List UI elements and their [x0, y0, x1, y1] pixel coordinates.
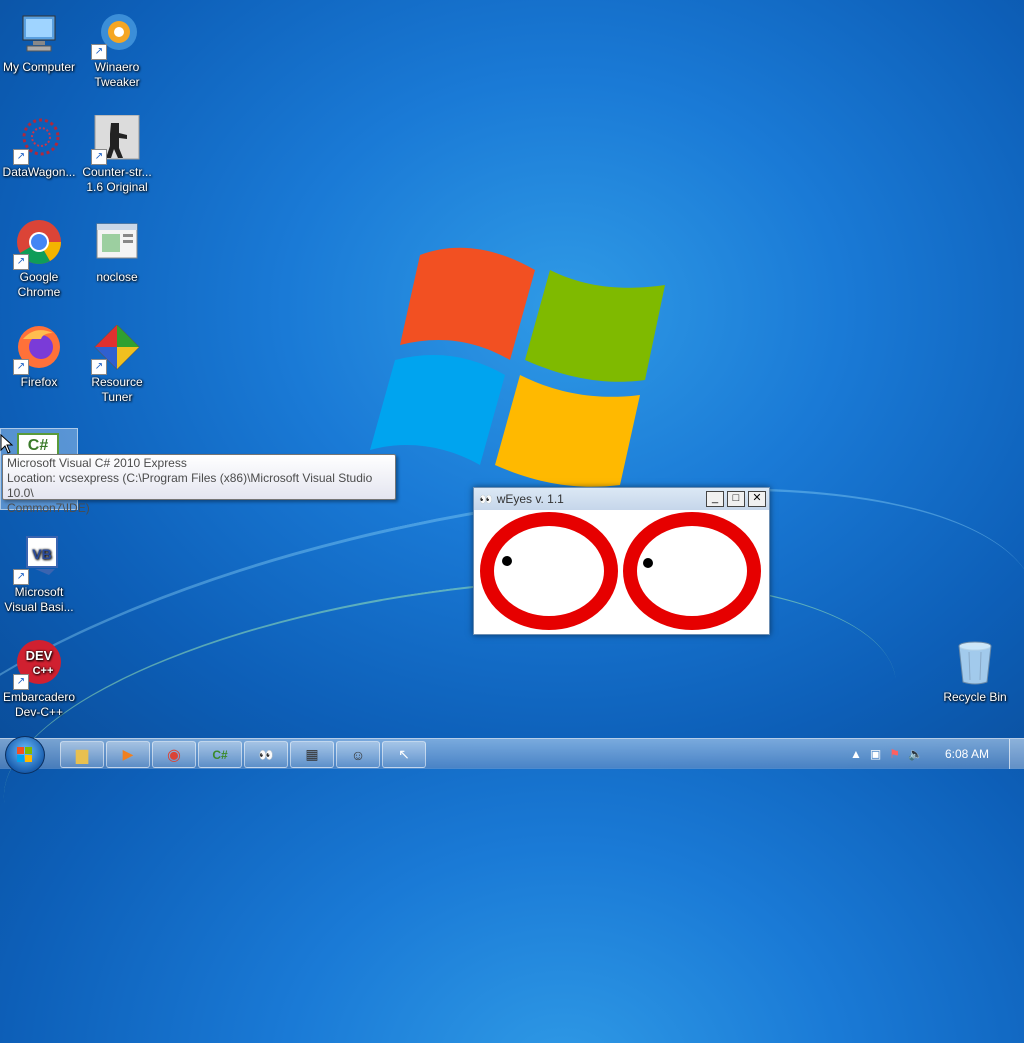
- desktop-icon-label: DataWagon...: [2, 165, 76, 179]
- winaero-icon: ↗: [91, 10, 141, 60]
- close-button[interactable]: ✕: [748, 491, 766, 507]
- maximize-button[interactable]: □: [727, 491, 745, 507]
- desktop-icon-winaero-tweaker[interactable]: ↗ Winaero Tweaker: [79, 10, 155, 90]
- left-eye: [480, 512, 618, 630]
- counter-strike-icon: ↗: [91, 114, 141, 165]
- desktop-icon-visual-basic[interactable]: VB ↗ Microsoft Visual Basi...: [1, 535, 77, 615]
- desktop-icon-label: Counter-str... 1.6 Original: [82, 165, 152, 194]
- desktop-icon-datawagon[interactable]: ↗ DataWagon...: [1, 115, 77, 180]
- desktop-icon-label: Embarcadero Dev-C++: [2, 690, 76, 719]
- desktop-icon-label: Recycle Bin: [943, 690, 1007, 704]
- shortcut-arrow-icon: ↗: [91, 44, 107, 60]
- tooltip-line: Common7\IDE): [7, 501, 90, 515]
- desktop-icon-label: Microsoft Visual Basi...: [4, 585, 74, 614]
- recycle-bin-icon: [951, 640, 999, 688]
- desktop-icon-label: My Computer: [2, 60, 76, 74]
- taskbar-explorer[interactable]: ▆: [60, 741, 104, 768]
- shortcut-arrow-icon: ↗: [91, 359, 107, 375]
- desktop-icon-google-chrome[interactable]: ↗ Google Chrome: [1, 220, 77, 300]
- dev-badge-text: DEV: [26, 648, 53, 663]
- desktop-icon-my-computer[interactable]: My Computer: [1, 10, 77, 75]
- cursor-tool-icon: ↖: [398, 746, 410, 762]
- desktop-icon-label: Winaero Tweaker: [94, 60, 140, 89]
- chrome-icon: ◉: [167, 746, 181, 764]
- weyes-window[interactable]: 👀 wEyes v. 1.1 _ □ ✕: [473, 487, 770, 635]
- taskbar-avatar-app[interactable]: ☺: [336, 741, 380, 768]
- desktop-icon-label: Firefox: [20, 375, 58, 389]
- chrome-icon: ↗: [13, 220, 63, 270]
- shortcut-arrow-icon: ↗: [13, 569, 29, 585]
- firefox-icon: ↗: [13, 325, 63, 375]
- shortcut-arrow-icon: ↗: [13, 254, 29, 270]
- show-hidden-icons-icon[interactable]: ▲: [850, 747, 862, 761]
- computer-icon: [15, 10, 63, 58]
- desktop-icon-resource-tuner[interactable]: ↗ Resource Tuner: [79, 324, 155, 405]
- clock[interactable]: 6:08 AM: [945, 747, 989, 761]
- csharp-icon: C#: [212, 747, 228, 762]
- noclose-icon: [93, 220, 141, 268]
- visual-basic-icon: VB ↗: [13, 535, 63, 585]
- desktop-icon-counter-strike[interactable]: ↗ Counter-str... 1.6 Original: [79, 114, 155, 195]
- taskbar-calculator[interactable]: ▦: [290, 741, 334, 768]
- minimize-button[interactable]: _: [706, 491, 724, 507]
- windows-logo: [370, 247, 665, 487]
- desktop-icon-noclose[interactable]: noclose: [79, 220, 155, 285]
- avatar-icon: ☺: [350, 746, 366, 763]
- vb-badge-text: VB: [32, 546, 51, 562]
- weyes-app-icon: 👀: [479, 493, 493, 506]
- desktop-icon-firefox[interactable]: ↗ Firefox: [1, 325, 77, 390]
- left-pupil: [502, 556, 512, 566]
- right-pupil: [643, 558, 653, 568]
- tooltip-line: Microsoft Visual C# 2010 Express: [7, 456, 187, 470]
- shortcut-arrow-icon: ↗: [13, 149, 29, 165]
- volume-icon[interactable]: 🔈: [908, 747, 923, 761]
- right-eye: [623, 512, 761, 630]
- show-desktop-button[interactable]: [1009, 739, 1024, 769]
- desktop-icon-label: Resource Tuner: [91, 375, 143, 404]
- taskbar-weyes[interactable]: 👀: [244, 741, 288, 768]
- action-center-icon[interactable]: ⚑: [889, 747, 900, 761]
- calculator-icon: ▦: [305, 746, 319, 762]
- system-tray: ▲ ▣ ⚑ 🔈 6:08 AM: [850, 739, 1024, 769]
- network-icon[interactable]: ▣: [870, 747, 881, 761]
- cpp-badge-text: C++: [33, 665, 54, 677]
- resource-tuner-icon: ↗: [91, 324, 141, 375]
- start-button[interactable]: [5, 736, 45, 774]
- desktop-icon-recycle-bin[interactable]: Recycle Bin: [937, 640, 1013, 705]
- window-title: wEyes v. 1.1: [496, 492, 564, 506]
- taskbar-csharp[interactable]: C#: [198, 741, 242, 768]
- taskbar-cursor-tool[interactable]: ↖: [382, 741, 426, 768]
- weyes-titlebar[interactable]: 👀 wEyes v. 1.1 _ □ ✕: [474, 488, 769, 510]
- desktop-icon-dev-cpp[interactable]: DEV C++ ↗ Embarcadero Dev-C++: [1, 640, 77, 720]
- shortcut-arrow-icon: ↗: [13, 674, 29, 690]
- explorer-icon: ▆: [75, 746, 89, 764]
- devcpp-icon: DEV C++ ↗: [13, 640, 63, 690]
- tooltip: Microsoft Visual C# 2010 Express Locatio…: [2, 454, 396, 515]
- taskbar-chrome[interactable]: ◉: [152, 741, 196, 768]
- weyes-icon: 👀: [258, 747, 274, 762]
- desktop-icon-label: noclose: [96, 270, 138, 284]
- taskbar-media-player[interactable]: ▶: [106, 741, 150, 768]
- shortcut-arrow-icon: ↗: [13, 359, 29, 375]
- mouse-cursor-icon: [0, 434, 14, 454]
- taskbar: ▆ ▶ ◉ C# 👀 ▦ ☺ ↖ ▲ ▣ ⚑ 🔈 6:08 AM: [0, 736, 1024, 774]
- tooltip-line: Location: vcsexpress (C:\Program Files (…: [7, 471, 373, 500]
- eyes-canvas: [480, 512, 761, 630]
- desktop-icon-label: Google Chrome: [17, 270, 61, 299]
- media-player-icon: ▶: [122, 746, 134, 762]
- shortcut-arrow-icon: ↗: [91, 149, 107, 165]
- datawagon-icon: ↗: [13, 115, 63, 165]
